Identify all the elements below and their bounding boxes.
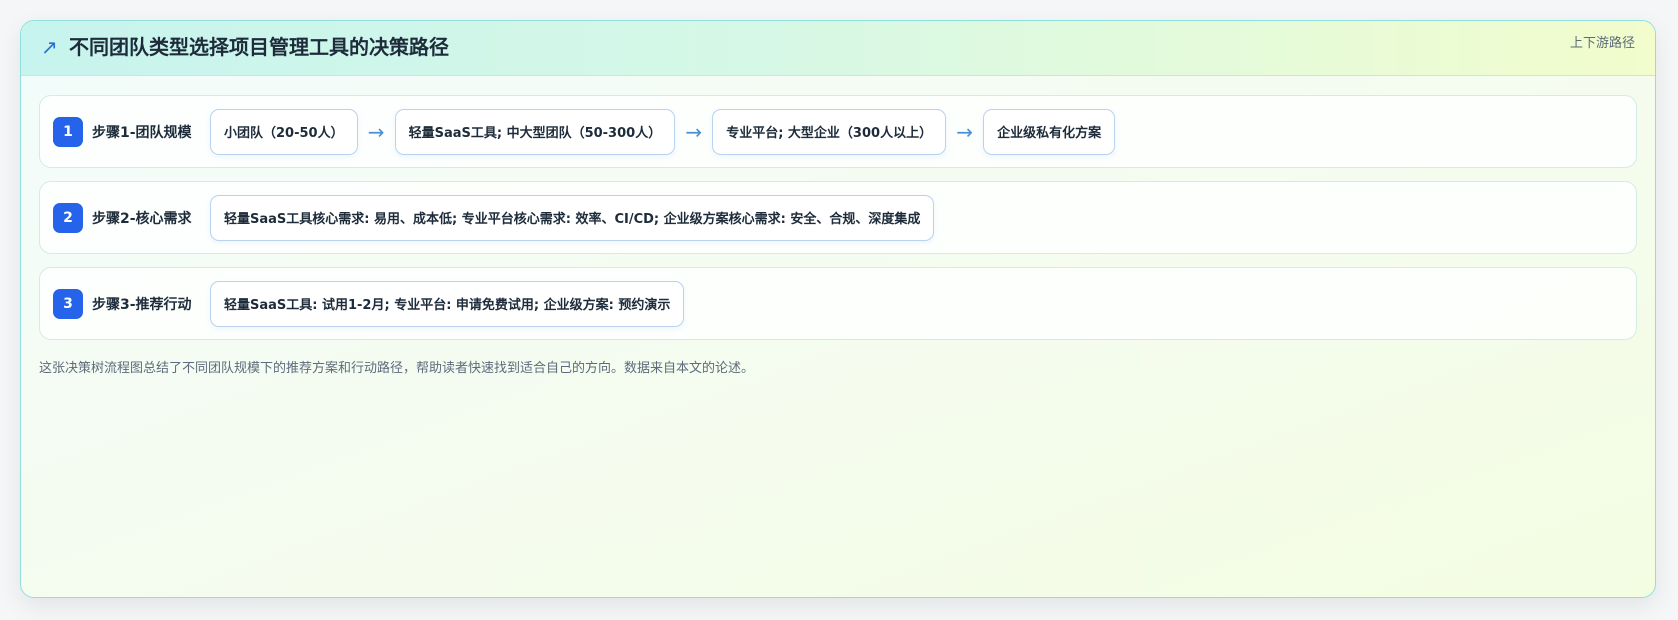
step-label: 步骤3-推荐行动 <box>92 296 192 313</box>
flow-node: 轻量SaaS工具: 试用1-2月; 专业平台: 申请免费试用; 企业级方案: 预… <box>210 280 685 327</box>
step-label: 步骤2-核心需求 <box>92 210 192 227</box>
decision-path-card: ↗ 不同团队类型选择项目管理工具的决策路径 上下游路径 1 步骤1-团队规模 小… <box>20 20 1656 598</box>
flow-node: 小团队（20-50人） <box>210 108 358 155</box>
card-title: 不同团队类型选择项目管理工具的决策路径 <box>69 35 449 59</box>
footnote: 这张决策树流程图总结了不同团队规模下的推荐方案和行动路径，帮助读者快速找到适合自… <box>39 361 755 376</box>
step-number-badge: 2 <box>53 202 83 233</box>
step-label: 步骤1-团队规模 <box>92 124 192 141</box>
step-row-2: 2 步骤2-核心需求 轻量SaaS工具核心需求: 易用、成本低; 专业平台核心需… <box>39 181 1637 254</box>
flow-node: 专业平台; 大型企业（300人以上） <box>712 108 947 155</box>
step-row-3: 3 步骤3-推荐行动 轻量SaaS工具: 试用1-2月; 专业平台: 申请免费试… <box>39 267 1637 340</box>
step-row-1: 1 步骤1-团队规模 小团队（20-50人） → 轻量SaaS工具; 中大型团队… <box>39 95 1637 168</box>
card-header: ↗ 不同团队类型选择项目管理工具的决策路径 上下游路径 <box>21 21 1655 76</box>
flow-node: 轻量SaaS工具核心需求: 易用、成本低; 专业平台核心需求: 效率、CI/CD… <box>210 194 935 241</box>
right-arrow-icon: → <box>956 119 973 144</box>
trend-arrow-icon: ↗ <box>41 35 58 59</box>
right-arrow-icon: → <box>367 119 385 144</box>
steps-container: 1 步骤1-团队规模 小团队（20-50人） → 轻量SaaS工具; 中大型团队… <box>39 95 1637 353</box>
flow-node: 轻量SaaS工具; 中大型团队（50-300人） <box>394 108 676 155</box>
flow-node: 企业级私有化方案 <box>983 108 1116 155</box>
step-number-badge: 3 <box>53 288 83 319</box>
header-tag: 上下游路径 <box>1569 36 1635 51</box>
step-number-badge: 1 <box>53 116 83 147</box>
right-arrow-icon: → <box>685 119 703 144</box>
